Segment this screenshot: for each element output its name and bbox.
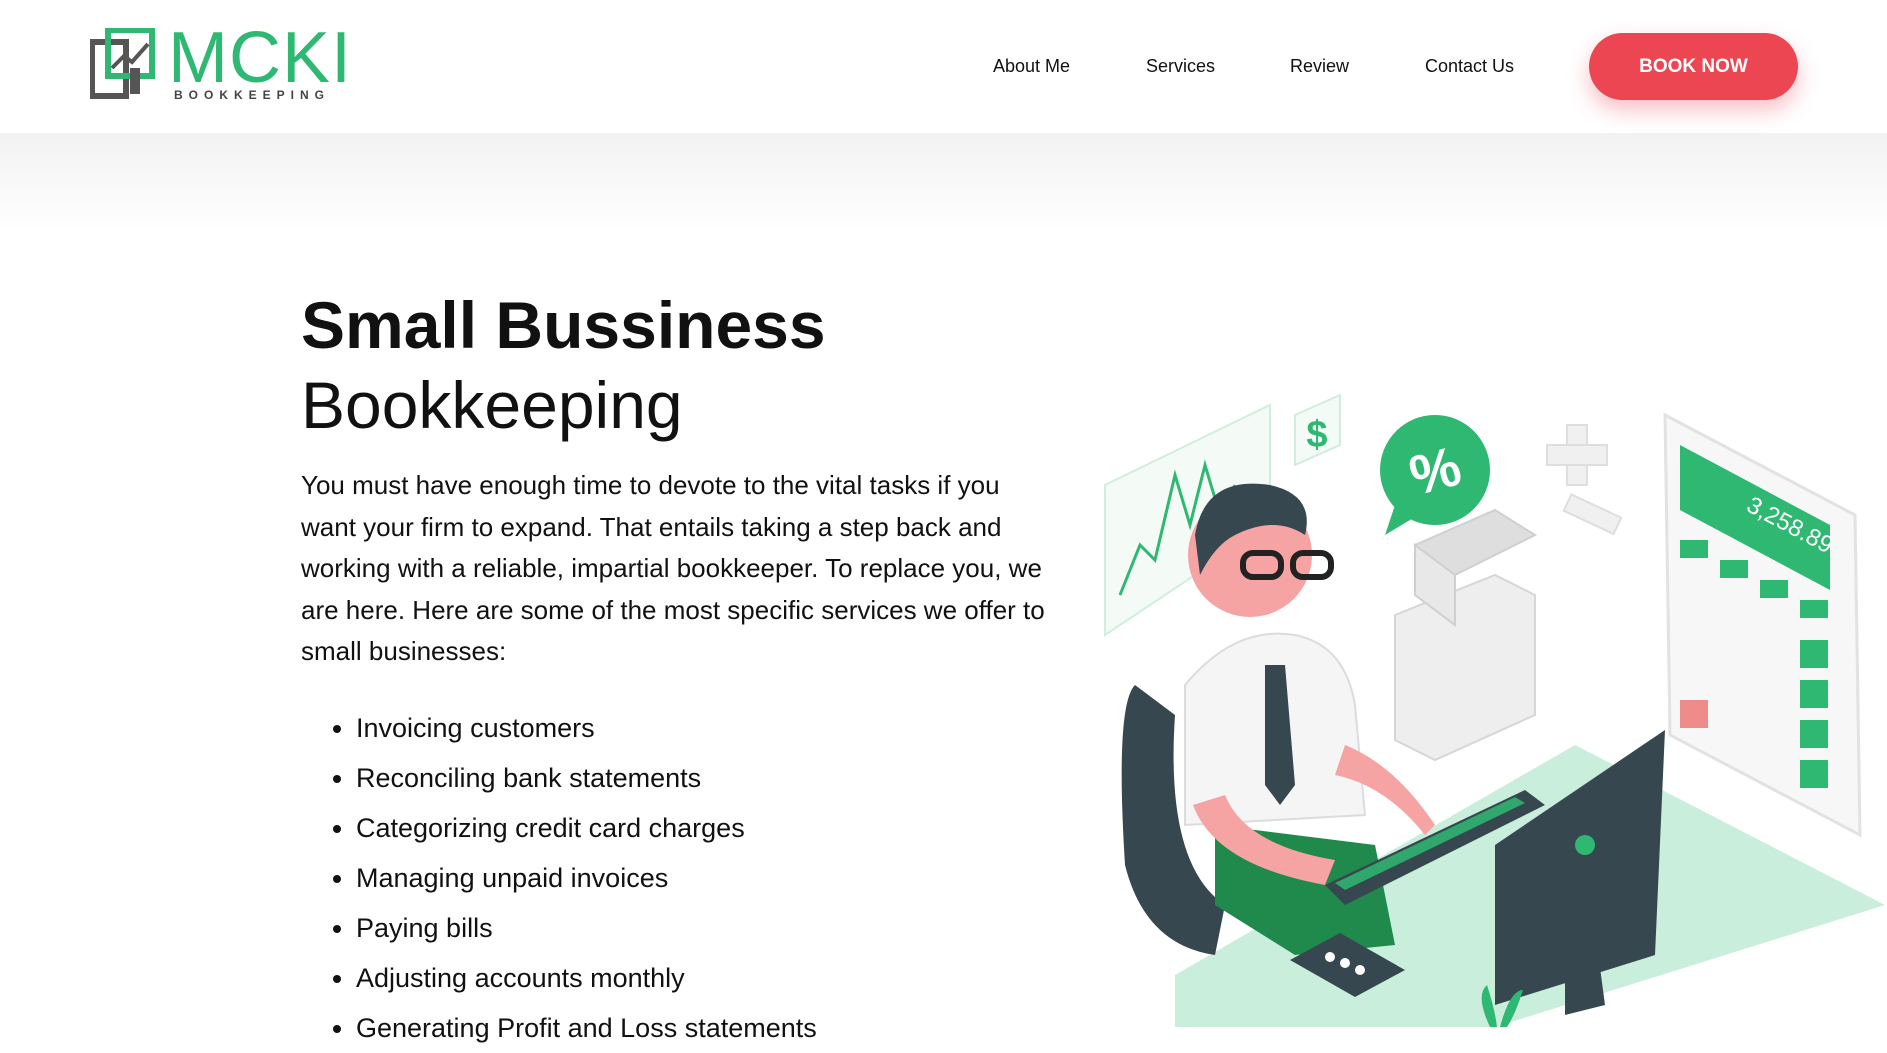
bookkeeper-illustration: $ % 3,258.89 xyxy=(1104,393,1885,1027)
logo-wordmark: MCKI xyxy=(168,18,352,98)
logo[interactable]: MCKI BOOKKEEPING xyxy=(90,22,360,103)
list-item: Adjusting accounts monthly xyxy=(356,953,1061,1003)
list-item: Invoicing customers xyxy=(356,703,1061,753)
nav-contact-us[interactable]: Contact Us xyxy=(1425,56,1514,77)
list-item: Categorizing credit card charges xyxy=(356,803,1061,853)
services-list: Invoicing customers Reconciling bank sta… xyxy=(301,703,1061,1053)
nav-review[interactable]: Review xyxy=(1290,56,1349,77)
logo-mark-icon xyxy=(90,28,155,99)
dollar-bubble-icon: $ xyxy=(1294,393,1341,467)
header-shadow xyxy=(0,133,1887,233)
calculator-icon: 3,258.89 xyxy=(1663,412,1862,838)
nav-services[interactable]: Services xyxy=(1146,56,1215,77)
page-subtitle: Bookkeeping xyxy=(301,368,683,442)
plus-minus-icon xyxy=(1546,424,1623,536)
site-header: MCKI BOOKKEEPING About Me Services Revie… xyxy=(0,0,1887,133)
nav-about-me[interactable]: About Me xyxy=(993,56,1070,77)
list-item: Managing unpaid invoices xyxy=(356,853,1061,903)
file-boxes-icon xyxy=(1394,508,1538,762)
page-title: Small Bussiness xyxy=(301,288,826,362)
main-content: Small Bussiness Bookkeeping You must hav… xyxy=(301,285,1061,1053)
list-item: Paying bills xyxy=(356,903,1061,953)
intro-paragraph: You must have enough time to devote to t… xyxy=(301,470,1045,666)
book-now-button[interactable]: BOOK NOW xyxy=(1589,33,1798,100)
list-item: Generating Profit and Loss statements xyxy=(356,1003,1061,1053)
logo-subtitle: BOOKKEEPING xyxy=(174,88,331,102)
percent-bubble-icon: % xyxy=(1380,415,1490,535)
list-item: Reconciling bank statements xyxy=(356,753,1061,803)
svg-text:$: $ xyxy=(1306,414,1327,456)
